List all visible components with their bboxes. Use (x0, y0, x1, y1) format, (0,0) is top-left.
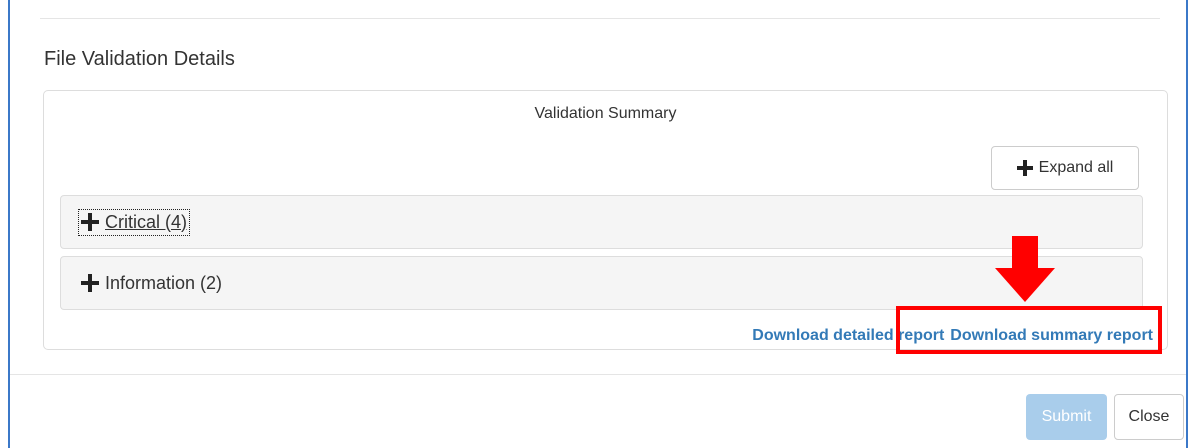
close-button[interactable]: Close (1114, 394, 1184, 440)
header-divider (40, 18, 1160, 19)
plus-icon (1016, 160, 1033, 176)
plus-icon (81, 274, 99, 292)
file-validation-dialog: File Validation Details Validation Summa… (8, 0, 1188, 448)
plus-icon (81, 213, 99, 231)
group-critical-toggle[interactable]: Critical (4) (77, 208, 191, 236)
summary-title: Validation Summary (534, 105, 677, 122)
expand-all-label: Expand all (1038, 159, 1114, 176)
section-title: File Validation Details (44, 48, 235, 70)
submit-button[interactable]: Submit (1026, 394, 1107, 440)
group-information[interactable]: Information (2) (60, 256, 1143, 310)
group-information-label: Information (2) (105, 272, 223, 293)
expand-all-button[interactable]: Expand all (991, 146, 1139, 190)
group-critical[interactable]: Critical (4) (60, 195, 1143, 249)
group-critical-label: Critical (4) (105, 211, 188, 232)
down-arrow-icon (995, 236, 1055, 302)
annotation-highlight-box (896, 306, 1162, 354)
footer-divider (10, 374, 1186, 375)
group-information-toggle[interactable]: Information (2) (81, 273, 222, 294)
